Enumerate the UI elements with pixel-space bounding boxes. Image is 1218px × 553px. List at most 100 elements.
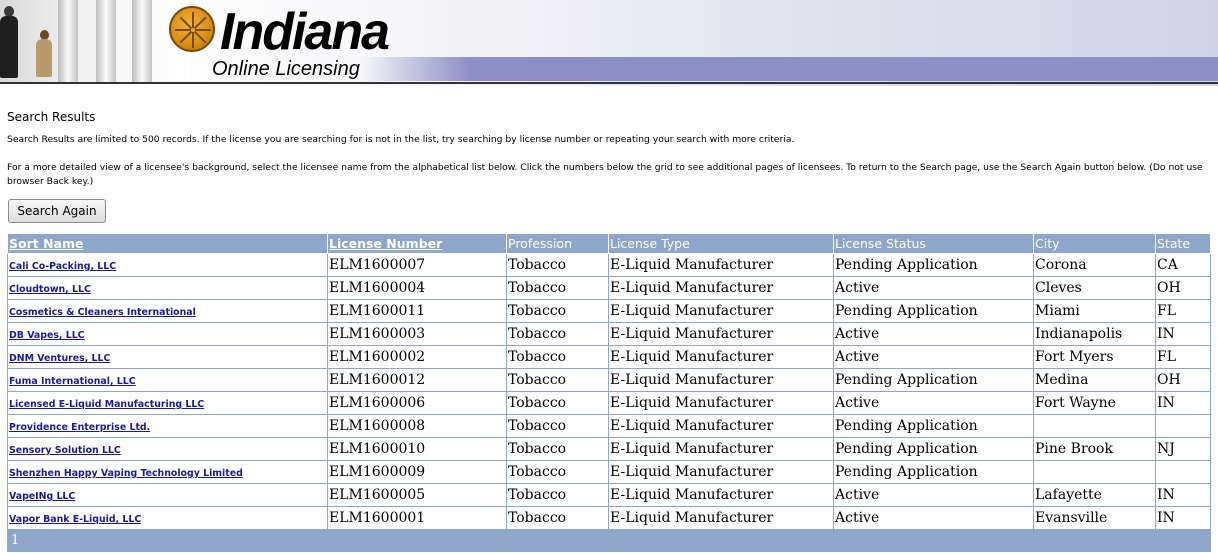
licensee-name-cell: Vapor Bank E-Liquid, LLC — [7, 506, 328, 530]
license-status-cell: Pending Application — [833, 437, 1034, 461]
column-header-license-type: License Type — [608, 233, 834, 254]
license-number-cell: ELM1600006 — [327, 391, 507, 415]
license-number-cell: ELM1600008 — [327, 414, 507, 438]
license-status-cell: Active — [833, 322, 1034, 346]
photo-person — [36, 39, 52, 77]
site-banner: Indiana Online Licensing — [0, 0, 1218, 92]
license-status-cell: Active — [833, 506, 1034, 530]
results-table: Sort Name License Number Profession Lice… — [7, 233, 1211, 552]
profession-cell: Tobacco — [506, 345, 609, 369]
license-type-cell: E-Liquid Manufacturer — [608, 276, 834, 300]
licensee-name-cell: Shenzhen Happy Vaping Technology Limited — [7, 460, 328, 484]
profession-cell: Tobacco — [506, 506, 609, 530]
licensee-name-link[interactable]: Cosmetics & Cleaners International — [9, 307, 196, 318]
table-row: VapeINg LLC ELM1600005 Tobacco E-Liquid … — [7, 483, 1211, 507]
license-number-cell: ELM1600011 — [327, 299, 507, 323]
city-cell: Medina — [1033, 368, 1156, 392]
city-cell: Fort Myers — [1033, 345, 1156, 369]
licensee-name-link[interactable]: Cloudtown, LLC — [9, 284, 91, 295]
license-type-cell: E-Liquid Manufacturer — [608, 345, 834, 369]
license-status-cell: Active — [833, 483, 1034, 507]
city-cell — [1033, 460, 1156, 484]
profession-cell: Tobacco — [506, 391, 609, 415]
license-number-cell: ELM1600007 — [327, 253, 507, 277]
table-row: Cloudtown, LLC ELM1600004 Tobacco E-Liqu… — [7, 276, 1211, 300]
license-status-cell: Pending Application — [833, 414, 1034, 438]
license-number-cell: ELM1600010 — [327, 437, 507, 461]
license-number-cell: ELM1600001 — [327, 506, 507, 530]
licensee-name-cell: Licensed E-Liquid Manufacturing LLC — [7, 391, 328, 415]
table-row: DB Vapes, LLC ELM1600003 Tobacco E-Liqui… — [7, 322, 1211, 346]
profession-cell: Tobacco — [506, 299, 609, 323]
instructions-note-cont: browser Back key.) — [7, 176, 94, 187]
profession-cell: Tobacco — [506, 483, 609, 507]
indiana-seal-icon — [169, 6, 215, 52]
license-number-cell: ELM1600012 — [327, 368, 507, 392]
photo-column — [58, 0, 78, 82]
licensee-name-link[interactable]: DB Vapes, LLC — [9, 330, 85, 341]
license-type-cell: E-Liquid Manufacturer — [608, 414, 834, 438]
table-row: Vapor Bank E-Liquid, LLC ELM1600001 Toba… — [7, 506, 1211, 530]
column-header-license-status: License Status — [833, 233, 1034, 254]
profession-cell: Tobacco — [506, 368, 609, 392]
photo-person — [0, 16, 18, 78]
state-cell: IN — [1155, 506, 1211, 530]
license-status-cell: Pending Application — [833, 299, 1034, 323]
licensee-name-cell: Cloudtown, LLC — [7, 276, 328, 300]
license-status-cell: Pending Application — [833, 460, 1034, 484]
banner-divider — [0, 82, 1218, 84]
licensee-name-cell: Fuma International, LLC — [7, 368, 328, 392]
column-header-license-number[interactable]: License Number — [327, 233, 507, 254]
state-cell: OH — [1155, 276, 1211, 300]
table-row: Providence Enterprise Ltd. ELM1600008 To… — [7, 414, 1211, 438]
state-cell: FL — [1155, 345, 1211, 369]
page-title: Search Results — [7, 110, 96, 124]
pager-cell: 1 — [7, 529, 1211, 552]
instructions-note: For a more detailed view of a licensee's… — [7, 162, 1203, 173]
licensee-name-link[interactable]: Sensory Solution LLC — [9, 445, 121, 456]
state-cell: IN — [1155, 391, 1211, 415]
search-again-button[interactable]: Search Again — [8, 199, 106, 223]
photo-column — [132, 0, 152, 82]
page-number-1[interactable]: 1 — [11, 533, 19, 548]
license-status-cell: Active — [833, 276, 1034, 300]
license-type-cell: E-Liquid Manufacturer — [608, 253, 834, 277]
profession-cell: Tobacco — [506, 276, 609, 300]
license-status-cell: Active — [833, 345, 1034, 369]
license-number-cell: ELM1600003 — [327, 322, 507, 346]
licensee-name-link[interactable]: VapeINg LLC — [9, 491, 75, 502]
logo-title: Indiana — [220, 3, 390, 61]
city-cell: Corona — [1033, 253, 1156, 277]
licensee-name-cell: Cosmetics & Cleaners International — [7, 299, 328, 323]
licensee-name-link[interactable]: Fuma International, LLC — [9, 376, 136, 387]
city-cell: Pine Brook — [1033, 437, 1156, 461]
table-row: Cosmetics & Cleaners International ELM16… — [7, 299, 1211, 323]
profession-cell: Tobacco — [506, 414, 609, 438]
table-row: Shenzhen Happy Vaping Technology Limited… — [7, 460, 1211, 484]
licensee-name-cell: VapeINg LLC — [7, 483, 328, 507]
city-cell — [1033, 414, 1156, 438]
column-header-profession: Profession — [506, 233, 609, 254]
licensee-name-link[interactable]: Cali Co-Packing, LLC — [9, 261, 116, 272]
city-cell: Evansville — [1033, 506, 1156, 530]
city-cell: Indianapolis — [1033, 322, 1156, 346]
table-row: Licensed E-Liquid Manufacturing LLC ELM1… — [7, 391, 1211, 415]
licensee-name-link[interactable]: Shenzhen Happy Vaping Technology Limited — [9, 468, 243, 479]
column-header-sort-name[interactable]: Sort Name — [7, 233, 328, 254]
profession-cell: Tobacco — [506, 460, 609, 484]
photo-column — [96, 0, 116, 82]
licensee-name-link[interactable]: Vapor Bank E-Liquid, LLC — [9, 514, 141, 525]
licensee-name-cell: DNM Ventures, LLC — [7, 345, 328, 369]
results-limit-note: Search Results are limited to 500 record… — [7, 134, 795, 145]
licensee-name-link[interactable]: DNM Ventures, LLC — [9, 353, 110, 364]
column-header-state: State — [1155, 233, 1211, 254]
licensee-name-cell: Providence Enterprise Ltd. — [7, 414, 328, 438]
banner-band — [470, 57, 1218, 81]
city-cell: Cleves — [1033, 276, 1156, 300]
state-cell: OH — [1155, 368, 1211, 392]
licensee-name-cell: Sensory Solution LLC — [7, 437, 328, 461]
state-cell: IN — [1155, 483, 1211, 507]
state-cell — [1155, 414, 1211, 438]
licensee-name-link[interactable]: Providence Enterprise Ltd. — [9, 422, 150, 433]
licensee-name-link[interactable]: Licensed E-Liquid Manufacturing LLC — [9, 399, 204, 410]
